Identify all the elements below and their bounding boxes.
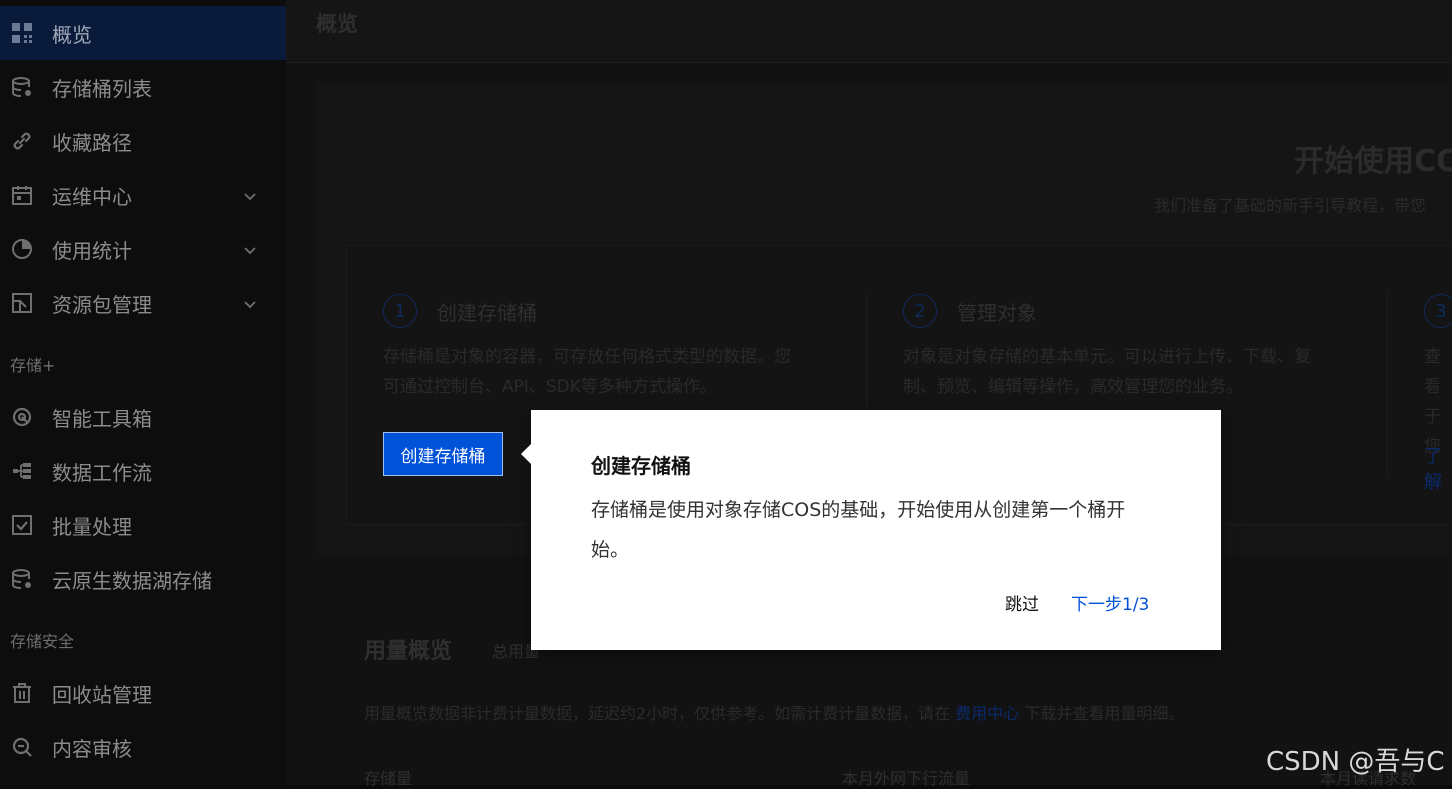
create-bucket-button[interactable]: 创建存储桶 bbox=[383, 432, 503, 476]
sidebar-item-smart-toolbox[interactable]: 智能工具箱 bbox=[0, 390, 286, 444]
toolbox-icon bbox=[10, 405, 34, 429]
sidebar: 概览 存储桶列表 收藏路径 运维中心 使用统计 资源包管理 存储+ 智能工具箱 … bbox=[0, 0, 286, 785]
skip-button[interactable]: 跳过 bbox=[1005, 590, 1039, 615]
checkbox-icon bbox=[10, 513, 34, 537]
step-1-title: 1 创建存储桶 bbox=[383, 294, 537, 328]
page-title: 概览 bbox=[316, 12, 358, 36]
link-icon bbox=[10, 129, 34, 153]
section-label-storage-security: 存储安全 bbox=[10, 632, 75, 651]
step-number: 2 bbox=[903, 294, 937, 328]
popover-title: 创建存储桶 bbox=[591, 454, 691, 478]
usage-note: 用量概览数据非计费计量数据，延迟约2小时，仅供参考。如需计费计量数据，请在 费用… bbox=[364, 700, 1184, 724]
sidebar-item-favorite-paths[interactable]: 收藏路径 bbox=[0, 114, 286, 168]
database-icon bbox=[10, 567, 34, 591]
step-2-title: 2 管理对象 bbox=[903, 294, 1037, 328]
chevron-down-icon bbox=[242, 293, 258, 309]
learn-more-link[interactable]: 了解 bbox=[1424, 442, 1452, 494]
sidebar-item-overview[interactable]: 概览 bbox=[0, 6, 286, 60]
chevron-down-icon bbox=[242, 185, 258, 201]
metric-egress-traffic: 本月外网下行流量 bbox=[842, 769, 971, 788]
trash-icon bbox=[10, 681, 34, 705]
hero-subtitle: 我们准备了基础的新手引导教程，带您 bbox=[1154, 196, 1427, 215]
sidebar-item-resource-packages[interactable]: 资源包管理 bbox=[0, 276, 286, 330]
sidebar-item-label: 回收站管理 bbox=[52, 682, 152, 707]
hero-title: 开始使用CO bbox=[1294, 144, 1452, 179]
sidebar-item-label: 存储桶列表 bbox=[52, 76, 152, 101]
pie-chart-icon bbox=[10, 237, 34, 261]
step-number: 3 bbox=[1424, 294, 1452, 328]
sidebar-item-label: 资源包管理 bbox=[52, 292, 152, 317]
next-step-button[interactable]: 下一步1/3 bbox=[1071, 590, 1149, 615]
sidebar-item-label: 批量处理 bbox=[52, 514, 132, 539]
sidebar-item-usage-stats[interactable]: 使用统计 bbox=[0, 222, 286, 276]
billing-center-link[interactable]: 费用中心 bbox=[955, 704, 1019, 723]
sidebar-item-ops-center[interactable]: 运维中心 bbox=[0, 168, 286, 222]
sidebar-item-bucket-list[interactable]: 存储桶列表 bbox=[0, 60, 286, 114]
package-icon bbox=[10, 291, 34, 315]
desc-line: 对象是对象存储的基本单元。可以进行上传、下载、复 bbox=[903, 347, 1311, 367]
desc-line: 可通过控制台、API、SDK等多种方式操作。 bbox=[383, 377, 717, 397]
sidebar-item-recycle-bin[interactable]: 回收站管理 bbox=[0, 666, 286, 720]
sidebar-item-label: 概览 bbox=[52, 22, 92, 47]
step-number: 1 bbox=[383, 294, 417, 328]
popover-arrow bbox=[521, 444, 531, 464]
calendar-icon bbox=[10, 183, 34, 207]
note-text: 下载并查看用量明细。 bbox=[1019, 704, 1185, 723]
watermark: CSDN @吾与C bbox=[1266, 747, 1445, 777]
sidebar-item-label: 使用统计 bbox=[52, 238, 132, 263]
desc-line: 查看 bbox=[1424, 347, 1441, 397]
step-3-title: 3 bbox=[1424, 294, 1452, 328]
step-title: 管理对象 bbox=[957, 300, 1037, 325]
top-bar: 概览 bbox=[286, 0, 1452, 63]
database-icon bbox=[10, 75, 34, 99]
note-text: 用量概览数据非计费计量数据，延迟约2小时，仅供参考。如需计费计量数据，请在 bbox=[364, 704, 956, 723]
step-2-description: 对象是对象存储的基本单元。可以进行上传、下载、复 制、预览、编辑等操作，高效管理… bbox=[903, 342, 1311, 402]
step-divider bbox=[1387, 292, 1388, 478]
section-label-storage-plus: 存储+ bbox=[10, 356, 56, 375]
step-1-description: 存储桶是对象的容器，可存放任何格式类型的数据。您 可通过控制台、API、SDK等… bbox=[383, 342, 791, 402]
sidebar-item-data-lake-storage[interactable]: 云原生数据湖存储 bbox=[0, 552, 286, 606]
workflow-icon bbox=[10, 459, 34, 483]
popover-body: 存储桶是使用对象存储COS的基础，开始使用从创建第一个桶开始。 bbox=[591, 499, 1126, 561]
sidebar-item-label: 云原生数据湖存储 bbox=[52, 568, 212, 593]
desc-line: 制、预览、编辑等操作，高效管理您的业务。 bbox=[903, 377, 1243, 397]
sidebar-item-label: 智能工具箱 bbox=[52, 406, 152, 431]
sidebar-item-label: 数据工作流 bbox=[52, 460, 152, 485]
sidebar-item-label: 运维中心 bbox=[52, 184, 132, 209]
chevron-down-icon bbox=[242, 239, 258, 255]
sidebar-item-batch-processing[interactable]: 批量处理 bbox=[0, 498, 286, 552]
sidebar-item-content-moderation[interactable]: 内容审核 bbox=[0, 720, 286, 774]
metric-storage: 存储量 bbox=[364, 769, 413, 788]
grid-icon bbox=[10, 21, 34, 45]
sidebar-item-label: 收藏路径 bbox=[52, 130, 132, 155]
desc-line: 存储桶是对象的容器，可存放任何格式类型的数据。您 bbox=[383, 347, 791, 367]
search-icon bbox=[10, 735, 34, 759]
main-content: 概览 开始使用CO 我们准备了基础的新手引导教程，带您 1 创建存储桶 存储桶是… bbox=[286, 0, 1452, 788]
sidebar-item-label: 内容审核 bbox=[52, 736, 132, 761]
step-title: 创建存储桶 bbox=[437, 300, 537, 325]
usage-overview-title: 用量概览 bbox=[364, 639, 453, 664]
sidebar-item-data-workflow[interactable]: 数据工作流 bbox=[0, 444, 286, 498]
